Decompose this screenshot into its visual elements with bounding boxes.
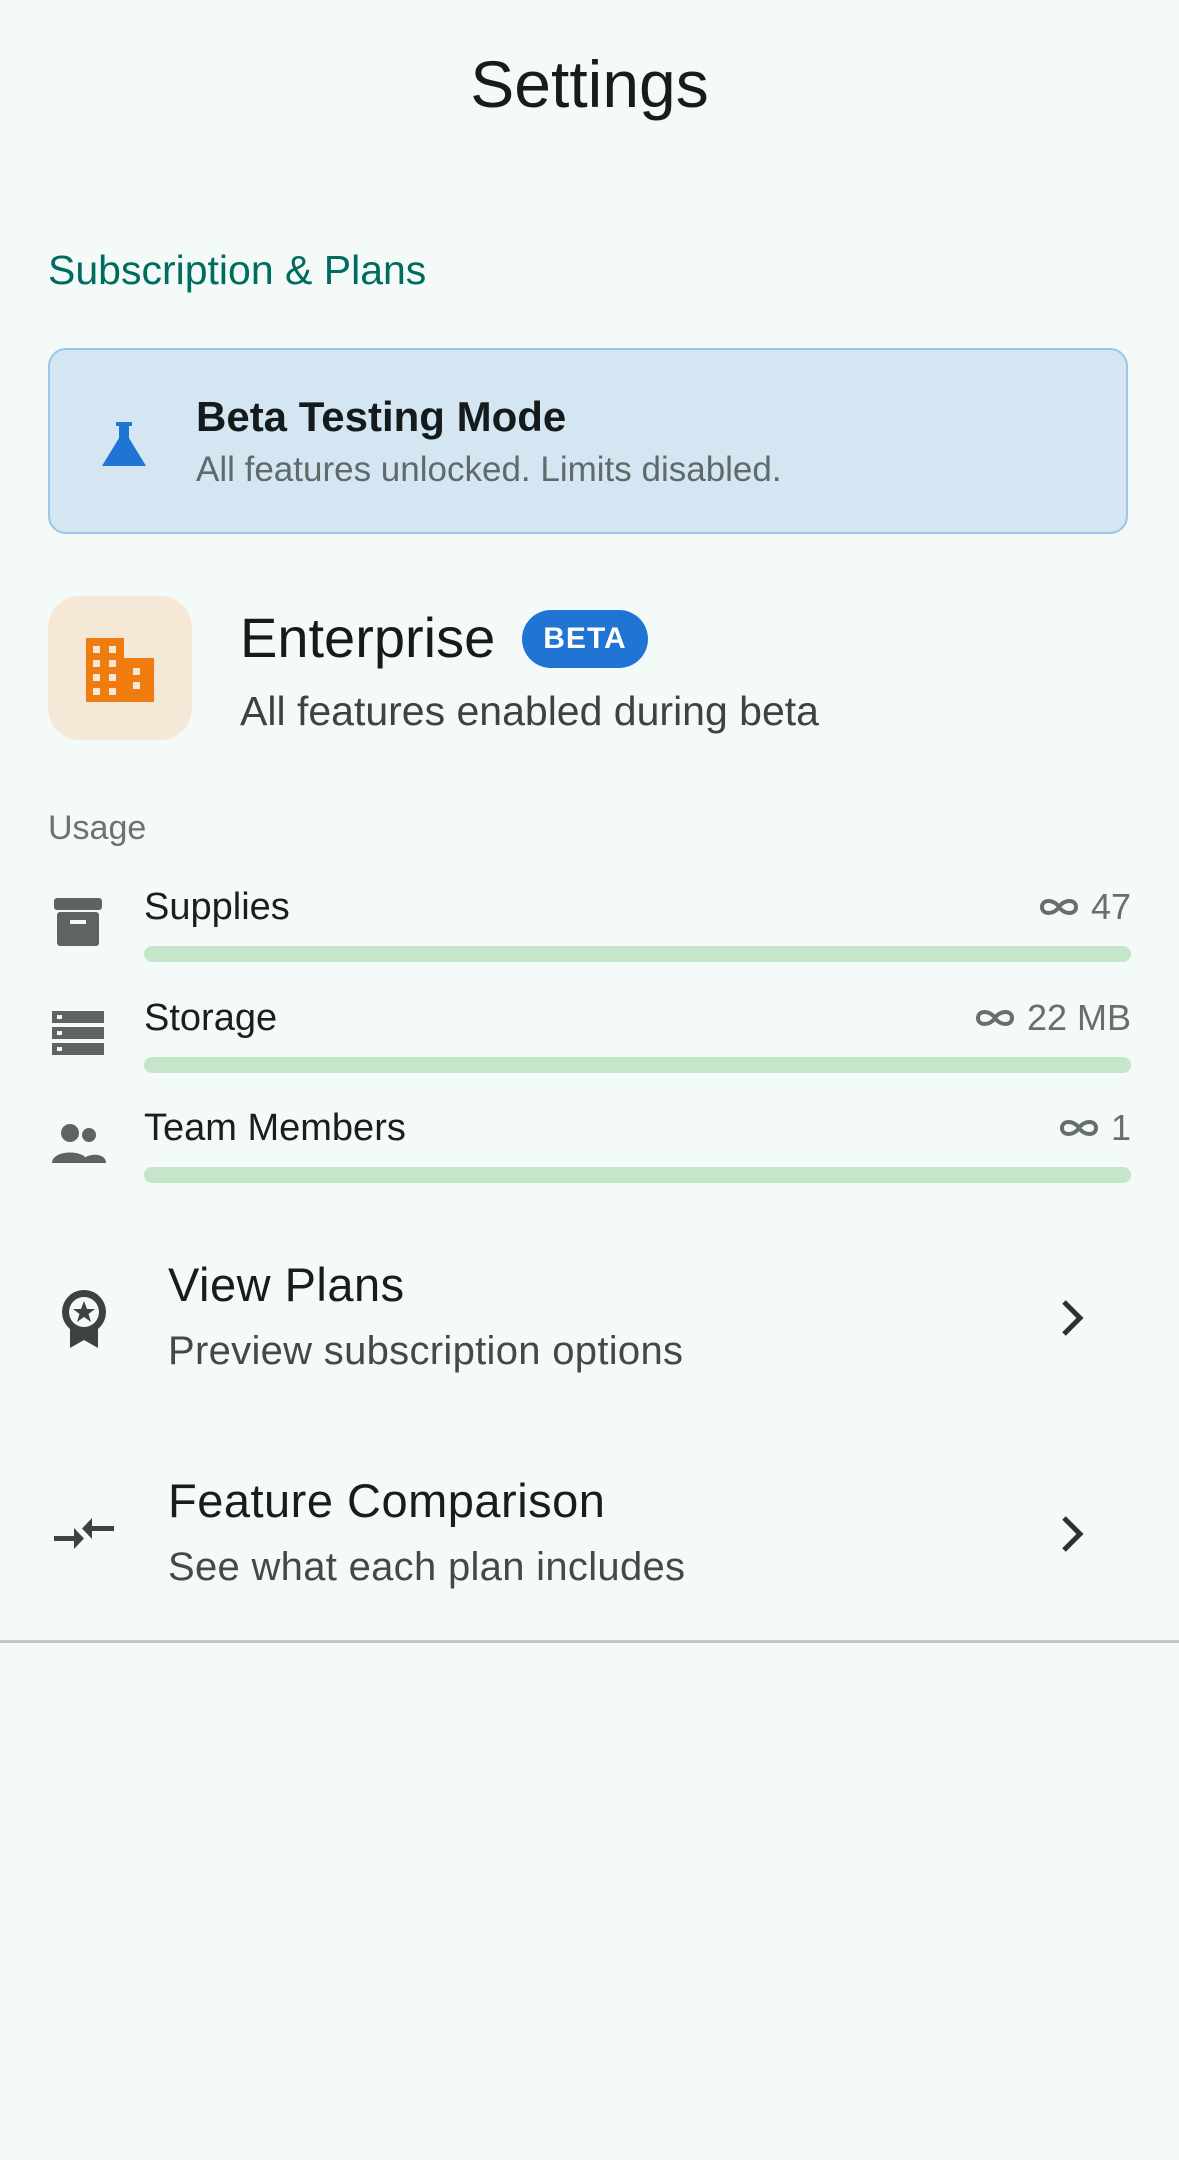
page-title: Settings — [470, 47, 709, 121]
beta-banner-title: Beta Testing Mode — [196, 393, 567, 440]
chevron-right-icon — [1062, 1300, 1084, 1336]
usage-progress-fill — [144, 1167, 1131, 1183]
nav-item-title: View Plans — [168, 1258, 405, 1311]
usage-row-team-members: Team Members 1 — [0, 1105, 1179, 1215]
infinity-icon — [1039, 899, 1078, 915]
plan-icon-tile — [48, 596, 192, 740]
nav-item-subtitle: Preview subscription options — [168, 1329, 684, 1373]
infinity-icon — [1059, 1120, 1098, 1136]
chevron-right-icon — [1062, 1516, 1084, 1552]
usage-value: 47 — [1037, 884, 1131, 930]
usage-value: 22 MB — [973, 995, 1131, 1041]
nav-item-feature-comparison[interactable]: Feature Comparison See what each plan in… — [0, 1436, 1179, 1636]
nav-item-title: Feature Comparison — [168, 1474, 606, 1527]
usage-value-text: 1 — [1110, 1107, 1131, 1148]
beta-banner-subtitle: All features unlocked. Limits disabled. — [196, 450, 782, 489]
usage-progress-fill — [144, 946, 1131, 962]
usage-row-supplies: Supplies 47 — [0, 884, 1179, 994]
people-icon — [52, 1124, 106, 1163]
section-header: Subscription & Plans — [48, 247, 427, 293]
usage-progress-bar — [144, 946, 1131, 962]
nav-item-subtitle: See what each plan includes — [168, 1545, 686, 1589]
compare-arrows-icon — [54, 1518, 114, 1549]
usage-name: Storage — [144, 997, 278, 1039]
usage-progress-fill — [144, 1057, 1131, 1073]
award-ribbon-icon — [62, 1290, 106, 1348]
usage-progress-bar — [144, 1167, 1131, 1183]
usage-value-text: 22 MB — [1026, 997, 1131, 1038]
nav-item-view-plans[interactable]: View Plans Preview subscription options — [0, 1220, 1179, 1420]
usage-name: Supplies — [144, 886, 290, 928]
usage-label: Usage — [48, 809, 147, 847]
divider — [0, 1640, 1179, 1643]
plan-status-badge: BETA — [522, 610, 648, 668]
storage-icon — [52, 1011, 104, 1055]
usage-row-storage: Storage 22 MB — [0, 995, 1179, 1105]
plan-name: Enterprise — [240, 606, 496, 669]
flask-icon — [102, 422, 146, 466]
infinity-icon — [975, 1010, 1014, 1026]
plan-description: All features enabled during beta — [240, 688, 819, 734]
building-icon — [86, 638, 154, 702]
usage-progress-bar — [144, 1057, 1131, 1073]
usage-name: Team Members — [144, 1107, 406, 1149]
usage-value-text: 47 — [1090, 886, 1131, 927]
beta-testing-banner: Beta Testing Mode All features unlocked.… — [48, 348, 1128, 534]
archive-box-icon — [54, 898, 102, 946]
usage-value: 1 — [1057, 1105, 1131, 1151]
